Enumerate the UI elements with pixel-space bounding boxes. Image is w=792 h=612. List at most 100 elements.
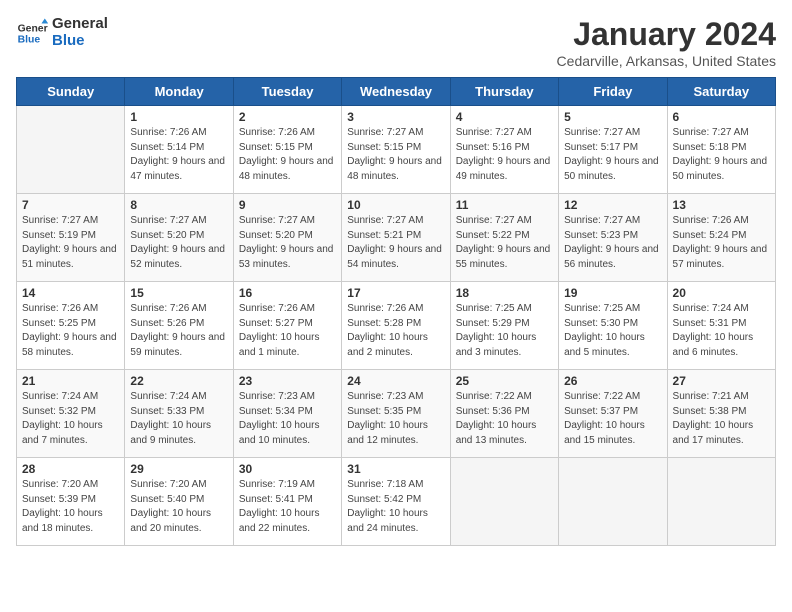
logo-line2: Blue	[52, 33, 108, 50]
calendar-cell: 21 Sunrise: 7:24 AMSunset: 5:32 PMDayligh…	[17, 370, 125, 458]
day-info: Sunrise: 7:26 AMSunset: 5:24 PMDaylight:…	[673, 214, 770, 272]
day-info: Sunrise: 7:22 AMSunset: 5:37 PMDaylight:…	[564, 390, 661, 448]
weekday-header-sunday: Sunday	[17, 78, 125, 106]
day-number: 11	[456, 198, 553, 212]
day-info: Sunrise: 7:21 AMSunset: 5:38 PMDaylight:…	[673, 390, 770, 448]
day-number: 2	[239, 110, 336, 124]
calendar-cell: 6 Sunrise: 7:27 AMSunset: 5:18 PMDaylight…	[667, 106, 775, 194]
day-number: 6	[673, 110, 770, 124]
weekday-header-thursday: Thursday	[450, 78, 558, 106]
day-info: Sunrise: 7:27 AMSunset: 5:19 PMDaylight:…	[22, 214, 119, 272]
day-number: 31	[347, 462, 444, 476]
day-number: 1	[130, 110, 227, 124]
day-info: Sunrise: 7:23 AMSunset: 5:35 PMDaylight:…	[347, 390, 444, 448]
day-info: Sunrise: 7:25 AMSunset: 5:29 PMDaylight:…	[456, 302, 553, 360]
day-info: Sunrise: 7:27 AMSunset: 5:17 PMDaylight:…	[564, 126, 661, 184]
day-number: 26	[564, 374, 661, 388]
day-info: Sunrise: 7:26 AMSunset: 5:27 PMDaylight:…	[239, 302, 336, 360]
day-info: Sunrise: 7:18 AMSunset: 5:42 PMDaylight:…	[347, 478, 444, 536]
title-block: January 2024 Cedarville, Arkansas, Unite…	[557, 16, 776, 69]
day-info: Sunrise: 7:27 AMSunset: 5:20 PMDaylight:…	[130, 214, 227, 272]
calendar-cell: 10Sunrise: 7:27 AMSunset: 5:21 PMDayligh…	[342, 194, 450, 282]
calendar-cell: 24 Sunrise: 7:23 AMSunset: 5:35 PMDayligh…	[342, 370, 450, 458]
day-info: Sunrise: 7:24 AMSunset: 5:33 PMDaylight:…	[130, 390, 227, 448]
day-number: 25	[456, 374, 553, 388]
svg-text:General: General	[18, 23, 48, 34]
calendar-cell: 25 Sunrise: 7:22 AMSunset: 5:36 PMDayligh…	[450, 370, 558, 458]
calendar-week-row: 1 Sunrise: 7:26 AMSunset: 5:14 PMDaylight…	[17, 106, 776, 194]
day-info: Sunrise: 7:27 AMSunset: 5:15 PMDaylight:…	[347, 126, 444, 184]
day-info: Sunrise: 7:19 AMSunset: 5:41 PMDaylight:…	[239, 478, 336, 536]
calendar-cell: 19 Sunrise: 7:25 AMSunset: 5:30 PMDayligh…	[559, 282, 667, 370]
day-number: 7	[22, 198, 119, 212]
calendar-cell	[450, 458, 558, 546]
day-number: 29	[130, 462, 227, 476]
calendar-week-row: 14 Sunrise: 7:26 AMSunset: 5:25 PMDayligh…	[17, 282, 776, 370]
day-number: 9	[239, 198, 336, 212]
weekday-header-friday: Friday	[559, 78, 667, 106]
day-number: 17	[347, 286, 444, 300]
calendar-cell: 13 Sunrise: 7:26 AMSunset: 5:24 PMDayligh…	[667, 194, 775, 282]
day-number: 21	[22, 374, 119, 388]
logo: General Blue General Blue	[16, 16, 108, 49]
calendar-cell: 1 Sunrise: 7:26 AMSunset: 5:14 PMDaylight…	[125, 106, 233, 194]
day-number: 4	[456, 110, 553, 124]
day-number: 19	[564, 286, 661, 300]
calendar-cell: 15 Sunrise: 7:26 AMSunset: 5:26 PMDayligh…	[125, 282, 233, 370]
calendar-cell: 26 Sunrise: 7:22 AMSunset: 5:37 PMDayligh…	[559, 370, 667, 458]
day-info: Sunrise: 7:25 AMSunset: 5:30 PMDaylight:…	[564, 302, 661, 360]
day-info: Sunrise: 7:26 AMSunset: 5:14 PMDaylight:…	[130, 126, 227, 184]
calendar-cell: 4Sunrise: 7:27 AMSunset: 5:16 PMDaylight…	[450, 106, 558, 194]
calendar-cell: 3 Sunrise: 7:27 AMSunset: 5:15 PMDaylight…	[342, 106, 450, 194]
day-number: 28	[22, 462, 119, 476]
day-info: Sunrise: 7:26 AMSunset: 5:26 PMDaylight:…	[130, 302, 227, 360]
day-info: Sunrise: 7:24 AMSunset: 5:32 PMDaylight:…	[22, 390, 119, 448]
calendar-cell: 11 Sunrise: 7:27 AMSunset: 5:22 PMDayligh…	[450, 194, 558, 282]
day-info: Sunrise: 7:22 AMSunset: 5:36 PMDaylight:…	[456, 390, 553, 448]
calendar-cell: 12Sunrise: 7:27 AMSunset: 5:23 PMDayligh…	[559, 194, 667, 282]
day-number: 5	[564, 110, 661, 124]
calendar-week-row: 21 Sunrise: 7:24 AMSunset: 5:32 PMDayligh…	[17, 370, 776, 458]
calendar-week-row: 28 Sunrise: 7:20 AMSunset: 5:39 PMDayligh…	[17, 458, 776, 546]
day-number: 18	[456, 286, 553, 300]
calendar-cell: 7 Sunrise: 7:27 AMSunset: 5:19 PMDaylight…	[17, 194, 125, 282]
calendar-cell: 14 Sunrise: 7:26 AMSunset: 5:25 PMDayligh…	[17, 282, 125, 370]
day-number: 16	[239, 286, 336, 300]
day-number: 20	[673, 286, 770, 300]
calendar-cell: 29Sunrise: 7:20 AMSunset: 5:40 PMDayligh…	[125, 458, 233, 546]
day-info: Sunrise: 7:27 AMSunset: 5:18 PMDaylight:…	[673, 126, 770, 184]
calendar-cell: 31 Sunrise: 7:18 AMSunset: 5:42 PMDayligh…	[342, 458, 450, 546]
location: Cedarville, Arkansas, United States	[557, 53, 776, 69]
svg-text:Blue: Blue	[18, 34, 41, 45]
day-info: Sunrise: 7:26 AMSunset: 5:15 PMDaylight:…	[239, 126, 336, 184]
calendar-cell: 20Sunrise: 7:24 AMSunset: 5:31 PMDayligh…	[667, 282, 775, 370]
day-number: 15	[130, 286, 227, 300]
day-number: 13	[673, 198, 770, 212]
calendar-cell: 16 Sunrise: 7:26 AMSunset: 5:27 PMDayligh…	[233, 282, 341, 370]
calendar-cell: 27 Sunrise: 7:21 AMSunset: 5:38 PMDayligh…	[667, 370, 775, 458]
day-number: 30	[239, 462, 336, 476]
calendar-cell	[559, 458, 667, 546]
page-header: General Blue General Blue January 2024 C…	[16, 16, 776, 69]
calendar-cell	[667, 458, 775, 546]
day-number: 27	[673, 374, 770, 388]
calendar-table: SundayMondayTuesdayWednesdayThursdayFrid…	[16, 77, 776, 546]
calendar-week-row: 7 Sunrise: 7:27 AMSunset: 5:19 PMDaylight…	[17, 194, 776, 282]
day-info: Sunrise: 7:27 AMSunset: 5:22 PMDaylight:…	[456, 214, 553, 272]
calendar-cell: 18 Sunrise: 7:25 AMSunset: 5:29 PMDayligh…	[450, 282, 558, 370]
day-info: Sunrise: 7:27 AMSunset: 5:23 PMDaylight:…	[564, 214, 661, 272]
calendar-cell: 17Sunrise: 7:26 AMSunset: 5:28 PMDayligh…	[342, 282, 450, 370]
calendar-header-row: SundayMondayTuesdayWednesdayThursdayFrid…	[17, 78, 776, 106]
day-number: 8	[130, 198, 227, 212]
month-title: January 2024	[557, 16, 776, 53]
day-number: 14	[22, 286, 119, 300]
day-number: 10	[347, 198, 444, 212]
day-number: 24	[347, 374, 444, 388]
day-info: Sunrise: 7:20 AMSunset: 5:39 PMDaylight:…	[22, 478, 119, 536]
calendar-cell: 22Sunrise: 7:24 AMSunset: 5:33 PMDayligh…	[125, 370, 233, 458]
day-number: 23	[239, 374, 336, 388]
weekday-header-saturday: Saturday	[667, 78, 775, 106]
day-info: Sunrise: 7:26 AMSunset: 5:25 PMDaylight:…	[22, 302, 119, 360]
day-number: 3	[347, 110, 444, 124]
calendar-cell: 23Sunrise: 7:23 AMSunset: 5:34 PMDayligh…	[233, 370, 341, 458]
